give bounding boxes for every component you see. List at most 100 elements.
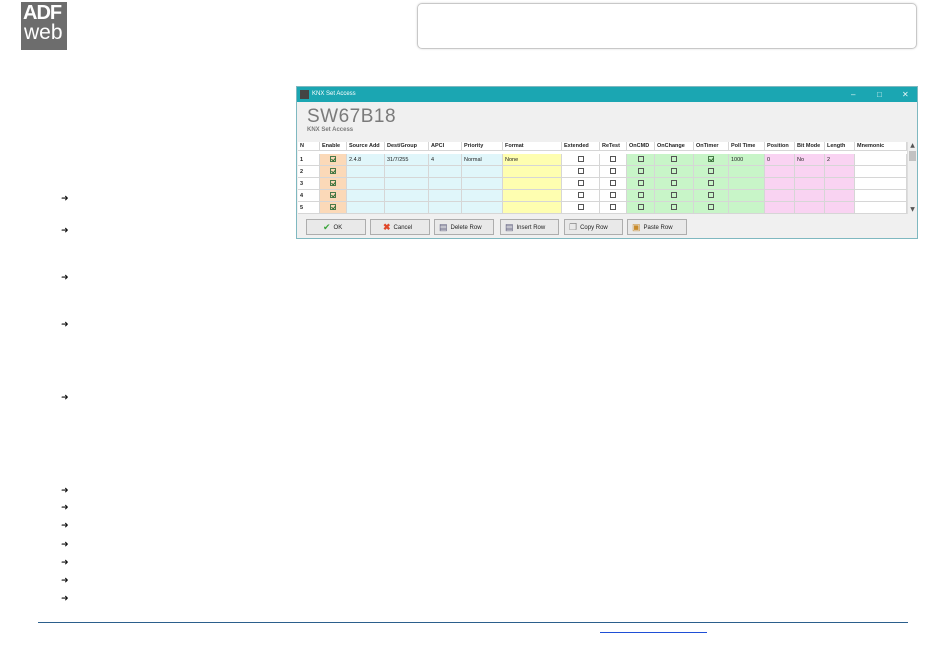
cell-retest[interactable] [600,202,627,214]
cell-extended[interactable] [562,154,600,166]
cell-oncmd[interactable] [627,178,655,190]
cell-ontimer[interactable] [694,190,729,202]
cell-dest[interactable]: 31/7/255 [385,154,429,166]
cell-format[interactable] [503,202,562,214]
cell-priority[interactable] [462,190,503,202]
cell-source[interactable] [347,178,385,190]
cell-dest[interactable] [385,190,429,202]
cell-priority[interactable]: Normal [462,154,503,166]
unchecked-checkbox[interactable] [671,168,677,175]
unchecked-checkbox[interactable] [577,156,584,163]
cell-mnemonic[interactable] [855,190,907,202]
cell-position[interactable] [765,166,795,178]
cell-retest[interactable] [600,178,627,190]
cell-onchange[interactable] [655,178,694,190]
unchecked-checkbox[interactable] [637,192,644,199]
unchecked-checkbox[interactable] [610,156,616,163]
column-header-format[interactable]: Format [503,142,562,151]
unchecked-checkbox[interactable] [671,156,677,163]
cell-n[interactable]: 3 [298,178,320,190]
cell-source[interactable] [347,202,385,214]
column-header-source[interactable]: Source Add [347,142,385,151]
cell-position[interactable] [765,202,795,214]
scroll-thumb[interactable] [909,151,916,161]
column-header-apci[interactable]: APCI [429,142,462,151]
cell-mnemonic[interactable] [855,166,907,178]
column-header-priority[interactable]: Priority [462,142,503,151]
cell-extended[interactable] [562,166,600,178]
unchecked-checkbox[interactable] [577,180,584,187]
cell-enable[interactable] [320,166,347,178]
cell-oncmd[interactable] [627,190,655,202]
column-header-mnemonic[interactable]: Mnemonic [855,142,907,151]
column-header-n[interactable]: N [298,142,320,151]
column-header-position[interactable]: Position [765,142,795,151]
cell-format[interactable] [503,166,562,178]
cell-format[interactable] [503,190,562,202]
cell-apci[interactable] [429,190,462,202]
minimize-button[interactable]: – [851,87,855,102]
unchecked-checkbox[interactable] [671,180,677,187]
checked-checkbox[interactable] [330,168,336,175]
table-row[interactable]: 1 2.4.8 31/7/255 4 Normal None 1000 0 No 2 [298,154,907,166]
cell-oncmd[interactable] [627,154,655,166]
column-header-ontimer[interactable]: OnTimer [694,142,729,151]
cell-n[interactable]: 1 [298,154,320,166]
table-row[interactable]: 3 [298,178,907,190]
cell-source[interactable]: 2.4.8 [347,154,385,166]
cell-length[interactable] [825,178,855,190]
column-header-retest[interactable]: ReTest [600,142,627,151]
checked-checkbox[interactable] [330,180,336,187]
cell-apci[interactable]: 4 [429,154,462,166]
cell-extended[interactable] [562,202,600,214]
unchecked-checkbox[interactable] [708,192,714,199]
cell-apci[interactable] [429,166,462,178]
unchecked-checkbox[interactable] [708,168,714,175]
table-row[interactable]: 2 [298,166,907,178]
cell-position[interactable] [765,190,795,202]
unchecked-checkbox[interactable] [637,204,644,211]
cell-ontimer[interactable] [694,166,729,178]
unchecked-checkbox[interactable] [610,192,616,199]
unchecked-checkbox[interactable] [637,156,644,163]
checked-checkbox[interactable] [330,156,336,163]
column-header-onchange[interactable]: OnChange [655,142,694,151]
cell-bitmode[interactable] [795,166,825,178]
cell-apci[interactable] [429,178,462,190]
column-header-extended[interactable]: Extended [562,142,600,151]
unchecked-checkbox[interactable] [637,168,644,175]
cell-ontimer[interactable] [694,202,729,214]
unchecked-checkbox[interactable] [671,192,677,199]
cell-retest[interactable] [600,190,627,202]
paste-row-button[interactable]: ▣ Paste Row [627,219,687,235]
unchecked-checkbox[interactable] [577,192,584,199]
maximize-button[interactable]: □ [877,87,882,102]
footer-link[interactable] [600,632,707,633]
cell-bitmode[interactable] [795,178,825,190]
cell-source[interactable] [347,166,385,178]
cell-bitmode[interactable] [795,202,825,214]
column-header-length[interactable]: Length [825,142,855,151]
insert-row-button[interactable]: ▤ Insert Row [500,219,559,235]
unchecked-checkbox[interactable] [671,204,677,211]
unchecked-checkbox[interactable] [637,180,644,187]
cell-format[interactable]: None [503,154,562,166]
cell-ontimer[interactable] [694,178,729,190]
cell-enable[interactable] [320,202,347,214]
checked-checkbox[interactable] [330,204,336,211]
close-button[interactable]: ✕ [902,87,909,102]
column-header-dest[interactable]: Dest/Group [385,142,429,151]
cell-poll[interactable] [729,166,765,178]
cell-position[interactable] [765,178,795,190]
cell-mnemonic[interactable] [855,202,907,214]
cell-poll[interactable] [729,178,765,190]
unchecked-checkbox[interactable] [610,180,616,187]
cancel-button[interactable]: ✖ Cancel [370,219,430,235]
cell-enable[interactable] [320,190,347,202]
unchecked-checkbox[interactable] [708,180,714,187]
copy-row-button[interactable]: ❐ Copy Row [564,219,623,235]
cell-extended[interactable] [562,190,600,202]
cell-apci[interactable] [429,202,462,214]
cell-enable[interactable] [320,154,347,166]
cell-position[interactable]: 0 [765,154,795,166]
